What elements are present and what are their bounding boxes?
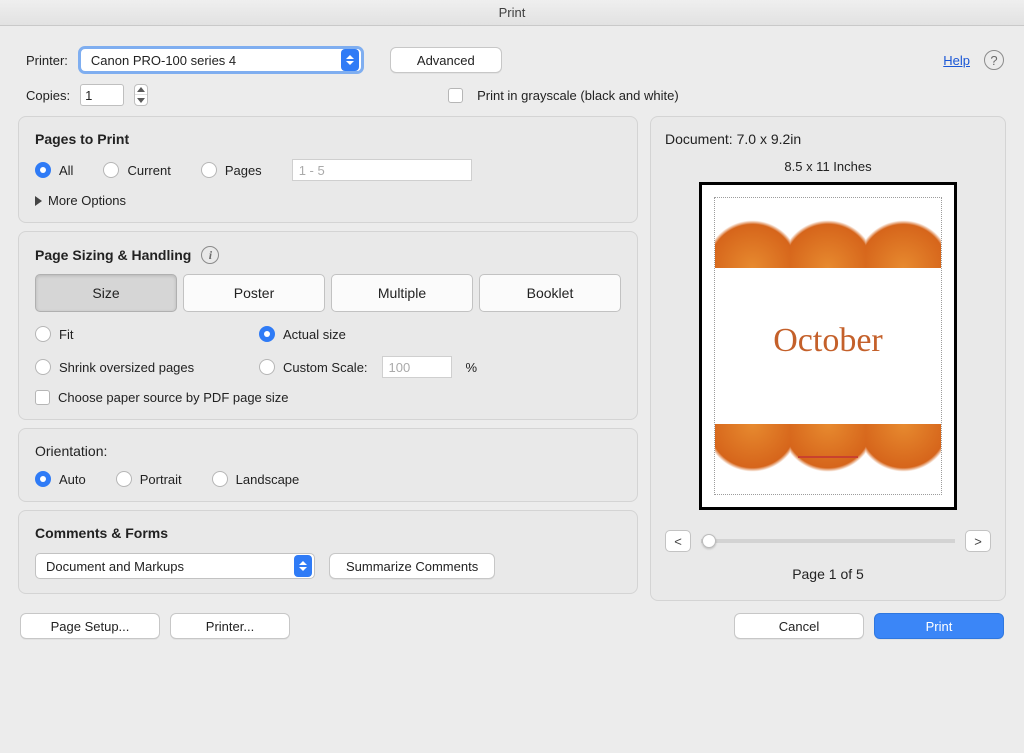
- summarize-comments-button[interactable]: Summarize Comments: [329, 553, 495, 579]
- comments-panel: Comments & Forms Document and Markups Su…: [18, 510, 638, 594]
- tab-multiple[interactable]: Multiple: [331, 274, 473, 312]
- tab-booklet[interactable]: Booklet: [479, 274, 621, 312]
- preview-artwork: October: [715, 198, 941, 494]
- tab-poster[interactable]: Poster: [183, 274, 325, 312]
- page-indicator: Page 1 of 5: [665, 566, 991, 582]
- next-page-button[interactable]: >: [965, 530, 991, 552]
- preview-panel: Document: 7.0 x 9.2in 8.5 x 11 Inches Oc…: [650, 116, 1006, 601]
- prev-page-button[interactable]: <: [665, 530, 691, 552]
- orient-landscape-label: Landscape: [236, 472, 300, 487]
- custom-radio[interactable]: [259, 359, 275, 375]
- pages-all-label: All: [59, 163, 73, 178]
- printer-button[interactable]: Printer...: [170, 613, 290, 639]
- fit-radio[interactable]: [35, 326, 51, 342]
- chevron-right-icon: [35, 196, 42, 206]
- custom-scale-value: 100: [389, 360, 411, 375]
- chevron-updown-icon: [294, 555, 312, 577]
- orientation-panel: Orientation: Auto Portrait Landscape: [18, 428, 638, 502]
- printer-label: Printer:: [26, 53, 68, 68]
- orient-landscape-radio[interactable]: [212, 471, 228, 487]
- window-title: Print: [499, 5, 526, 20]
- copies-label: Copies:: [26, 88, 70, 103]
- more-options-toggle[interactable]: More Options: [35, 193, 621, 208]
- orient-portrait-label: Portrait: [140, 472, 182, 487]
- grayscale-label: Print in grayscale (black and white): [477, 88, 679, 103]
- sizing-tabs: Size Poster Multiple Booklet: [35, 274, 621, 312]
- copies-input[interactable]: 1: [80, 84, 124, 106]
- sizing-panel: Page Sizing & Handling i Size Poster Mul…: [18, 231, 638, 420]
- comments-mode-select[interactable]: Document and Markups: [35, 553, 315, 579]
- page-preview: October: [699, 182, 957, 510]
- copies-stepper[interactable]: [134, 84, 148, 106]
- pages-range-label: Pages: [225, 163, 262, 178]
- copies-value: 1: [85, 88, 92, 103]
- pages-range-radio[interactable]: [201, 162, 217, 178]
- comments-mode-value: Document and Markups: [36, 559, 294, 574]
- more-options-label: More Options: [48, 193, 126, 208]
- help-link[interactable]: Help: [943, 53, 970, 68]
- doc-size-label: Document: 7.0 x 9.2in: [665, 131, 991, 147]
- orient-portrait-radio[interactable]: [116, 471, 132, 487]
- info-icon[interactable]: i: [201, 246, 219, 264]
- advanced-button[interactable]: Advanced: [390, 47, 502, 73]
- preview-month-text: October: [715, 322, 941, 360]
- chevron-updown-icon: [341, 49, 359, 71]
- choose-paper-checkbox[interactable]: [35, 390, 50, 405]
- pages-all-radio[interactable]: [35, 162, 51, 178]
- actual-label: Actual size: [283, 327, 346, 342]
- grayscale-checkbox[interactable]: [448, 88, 463, 103]
- sizing-heading: Page Sizing & Handling: [35, 247, 191, 263]
- pages-panel: Pages to Print All Current Pages: [18, 116, 638, 223]
- orientation-heading: Orientation:: [35, 443, 621, 459]
- page-slider[interactable]: [701, 533, 955, 549]
- pages-current-radio[interactable]: [103, 162, 119, 178]
- custom-label: Custom Scale:: [283, 360, 368, 375]
- actual-radio[interactable]: [259, 326, 275, 342]
- help-icon[interactable]: ?: [984, 50, 1004, 70]
- cancel-button[interactable]: Cancel: [734, 613, 864, 639]
- fit-label: Fit: [59, 327, 73, 342]
- pages-current-label: Current: [127, 163, 170, 178]
- printer-select[interactable]: Canon PRO-100 series 4: [78, 46, 364, 74]
- slider-thumb[interactable]: [702, 534, 716, 548]
- percent-label: %: [466, 360, 478, 375]
- shrink-radio[interactable]: [35, 359, 51, 375]
- shrink-label: Shrink oversized pages: [59, 360, 194, 375]
- print-button[interactable]: Print: [874, 613, 1004, 639]
- choose-paper-label: Choose paper source by PDF page size: [58, 390, 289, 405]
- pages-range-placeholder: 1 - 5: [299, 163, 325, 178]
- pages-range-input[interactable]: 1 - 5: [292, 159, 472, 181]
- pages-heading: Pages to Print: [35, 131, 621, 147]
- tab-size[interactable]: Size: [35, 274, 177, 312]
- page-setup-button[interactable]: Page Setup...: [20, 613, 160, 639]
- custom-scale-input[interactable]: 100: [382, 356, 452, 378]
- orient-auto-radio[interactable]: [35, 471, 51, 487]
- comments-heading: Comments & Forms: [35, 525, 621, 541]
- window-titlebar: Print: [0, 0, 1024, 26]
- orient-auto-label: Auto: [59, 472, 86, 487]
- printer-value: Canon PRO-100 series 4: [81, 49, 341, 71]
- paper-size-label: 8.5 x 11 Inches: [665, 159, 991, 174]
